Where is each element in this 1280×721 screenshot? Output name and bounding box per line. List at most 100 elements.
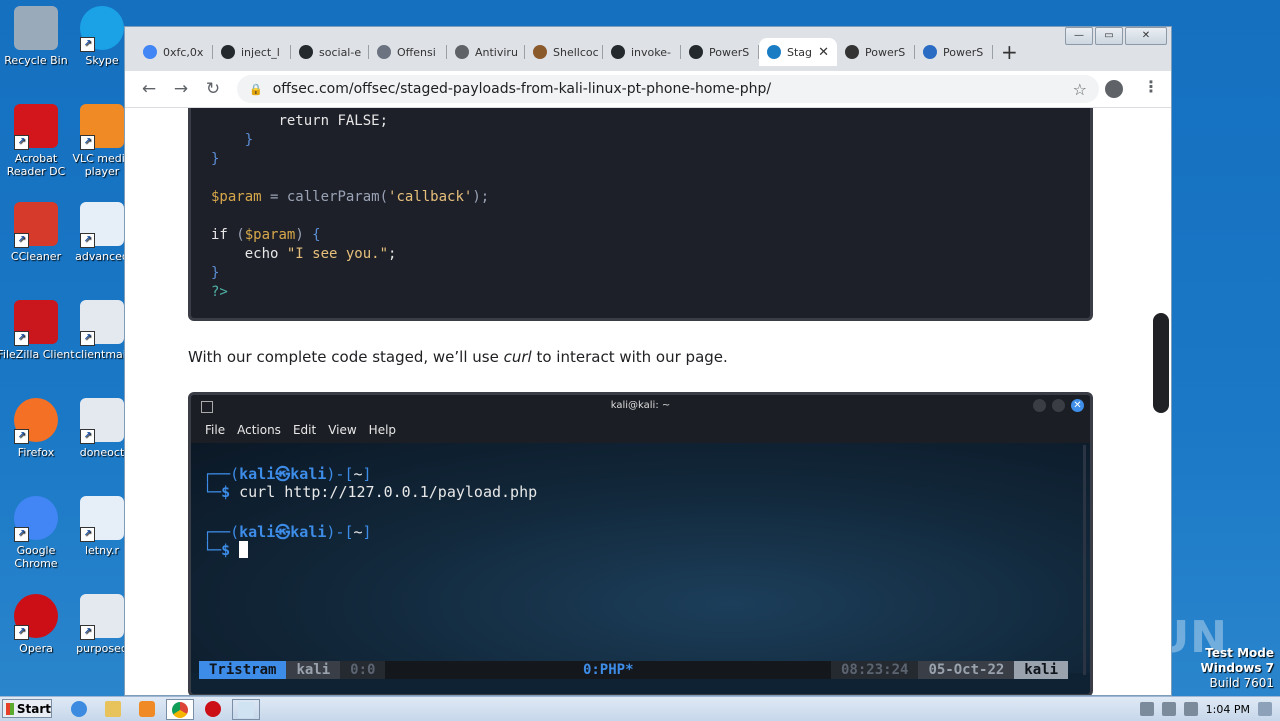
browser-tab[interactable]: PowerS	[681, 38, 759, 66]
browser-tab[interactable]: Shellcoc	[525, 38, 603, 66]
browser-tab[interactable]: Antiviru	[447, 38, 525, 66]
action-center-flag-icon[interactable]	[1258, 702, 1272, 716]
clock[interactable]: 1:04 PM	[1206, 703, 1250, 716]
bookmark-star-icon[interactable]: ☆	[1073, 80, 1087, 99]
shortcut-arrow-icon: ↗	[14, 429, 29, 444]
vlc-icon: ↗	[80, 104, 124, 150]
ccleaner-icon: ↗	[14, 202, 58, 248]
code-line: return FALSE;	[211, 113, 388, 129]
google-icon	[143, 45, 157, 59]
close-window-button[interactable]: ✕	[1125, 27, 1167, 45]
notepad-taskbar-icon[interactable]	[232, 699, 260, 720]
status-time: 08:23:24	[831, 661, 919, 679]
browser-tab[interactable]: 0xfc,0x	[135, 38, 213, 66]
tab-separator	[992, 45, 993, 59]
explorer-taskbar-icon[interactable]	[100, 699, 126, 718]
code-line: }	[211, 265, 219, 281]
volume-icon[interactable]	[1139, 702, 1154, 716]
tab-label: invoke-	[631, 45, 671, 59]
new-tab-button[interactable]: +	[1001, 40, 1018, 64]
test-mode-notice: Test Mode Windows 7 Build 7601	[1201, 646, 1274, 691]
security-icon[interactable]	[1183, 702, 1198, 716]
status-spacer	[385, 661, 573, 679]
code-token: callerParam(	[286, 189, 389, 205]
status-window-0: 0:0	[340, 661, 386, 679]
code-token: )	[295, 227, 313, 243]
term-close-icon: ✕	[1071, 399, 1084, 412]
network-icon[interactable]	[1161, 702, 1176, 716]
shortcut-arrow-icon: ↗	[80, 527, 95, 542]
term-menu-edit: Edit	[292, 423, 317, 437]
maximize-button[interactable]: ▭	[1095, 27, 1123, 45]
terminal-titlebar: kali@kali: ~ ✕	[191, 395, 1090, 417]
github-icon	[299, 45, 313, 59]
php-code-block: return FALSE; }} $param = callerParam('ca…	[188, 108, 1093, 321]
tab-label: PowerS	[865, 45, 906, 59]
status-session: Tristram	[199, 661, 287, 679]
taskbar: Start 1:04 PM	[0, 696, 1280, 721]
command-text: curl http://127.0.0.1/payload.php	[239, 483, 538, 501]
ie-taskbar-icon[interactable]	[66, 699, 92, 718]
browser-tab[interactable]: Offensi	[369, 38, 447, 66]
code-token: =	[261, 189, 287, 205]
code-token: "I see you."	[286, 246, 389, 262]
browser-tab[interactable]: Stag ✕	[759, 38, 837, 66]
code-token: }	[244, 132, 254, 148]
shortcut-arrow-icon: ↗	[80, 37, 95, 52]
code-token: (	[236, 227, 245, 243]
forward-icon[interactable]: →	[169, 77, 193, 101]
code-token: );	[472, 189, 490, 205]
window-controls: — ▭ ✕	[1063, 27, 1167, 45]
page-content: return FALSE; }} $param = callerParam('ca…	[125, 108, 1159, 695]
chrome-taskbar-icon[interactable]	[166, 699, 194, 720]
browser-tab[interactable]: PowerS	[915, 38, 993, 66]
page-scrollbar-thumb[interactable]	[1153, 313, 1169, 413]
code-line: if ($param) {	[211, 227, 321, 243]
browser-tab[interactable]: inject_l	[213, 38, 291, 66]
browser-tab[interactable]: invoke-	[603, 38, 681, 66]
code-token: }	[211, 151, 220, 167]
minimize-button[interactable]: —	[1065, 27, 1093, 45]
offsec-icon	[767, 45, 781, 59]
shortcut-arrow-icon: ↗	[14, 233, 29, 248]
term-minimize-icon	[1033, 399, 1046, 412]
pt-icon	[845, 45, 859, 59]
opera-taskbar-icon[interactable]	[200, 699, 226, 718]
code-token: return FALSE;	[278, 113, 389, 129]
status-host: kali	[1014, 661, 1069, 679]
test-mode-line2: Windows 7	[1200, 661, 1274, 675]
code-line: }	[211, 151, 219, 167]
tab-label: 0xfc,0x	[163, 45, 204, 59]
offensive-icon	[377, 45, 391, 59]
url-text[interactable]: offsec.com/offsec/staged-payloads-from-k…	[273, 81, 771, 97]
term-menu-view: View	[328, 423, 357, 437]
tab-label: Offensi	[397, 45, 436, 59]
shortcut-arrow-icon: ↗	[80, 233, 95, 248]
shortcut-arrow-icon: ↗	[80, 331, 95, 346]
browser-tab[interactable]: social-e	[291, 38, 369, 66]
browser-tab[interactable]: PowerS	[837, 38, 915, 66]
terminal-screenshot: kali@kali: ~ ✕ File Actions Edit View He…	[188, 392, 1093, 695]
media-player-taskbar-icon[interactable]	[134, 699, 160, 718]
close-tab-icon[interactable]: ✕	[818, 45, 829, 60]
profile-avatar-icon[interactable]	[1105, 80, 1123, 98]
chrome-menu-icon[interactable]: ⋮	[1143, 77, 1159, 96]
tab-label: Shellcoc	[553, 45, 599, 59]
code-line: }	[211, 132, 253, 148]
term-menu-file: File	[205, 423, 226, 437]
shortcut-arrow-icon: ↗	[80, 135, 95, 150]
test-mode-line3: Build 7601	[1209, 676, 1274, 690]
lock-icon[interactable]: 🔒	[249, 83, 263, 96]
globe-icon	[455, 45, 469, 59]
code-token: 'callback'	[388, 189, 473, 205]
terminal-body: ┌──(kali㉿kali)-[~] └─$ curl http://127.0…	[191, 443, 1090, 673]
reload-icon[interactable]: ↻	[201, 77, 225, 101]
back-icon[interactable]: ←	[137, 77, 161, 101]
start-button[interactable]: Start	[2, 699, 52, 718]
para-text-2: to interact with our page.	[531, 348, 728, 366]
acrobat-icon: ↗	[14, 104, 58, 150]
github-icon	[221, 45, 235, 59]
address-bar[interactable]: 🔒 offsec.com/offsec/staged-payloads-from…	[237, 75, 1099, 103]
